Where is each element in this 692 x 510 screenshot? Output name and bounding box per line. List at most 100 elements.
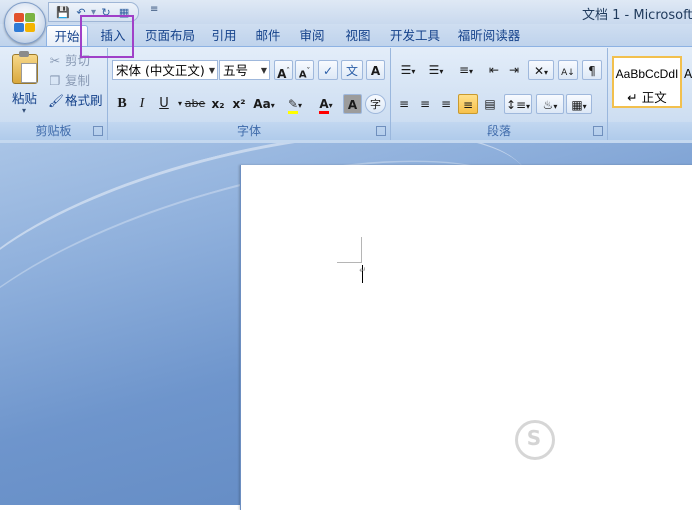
multilevel-list-button[interactable]: ≡▾ xyxy=(451,60,481,80)
subscript-button[interactable]: x₂ xyxy=(209,94,227,114)
change-case-button[interactable]: Aa▾ xyxy=(252,94,276,114)
paragraph-mark-icon: ↵ xyxy=(359,266,367,276)
distributed-align-icon: ▤ xyxy=(484,97,496,111)
char-border-button[interactable]: A xyxy=(366,60,385,80)
style-next[interactable]: A xyxy=(684,56,692,108)
margin-guide xyxy=(337,262,362,263)
grow-font-button[interactable]: Aˆ xyxy=(274,60,293,81)
paragraph-launcher-icon[interactable] xyxy=(593,126,603,136)
copy-icon: ❐ xyxy=(49,73,61,88)
bullets-button[interactable]: ☰▾ xyxy=(395,60,421,80)
tab-foxit-reader[interactable]: 福昕阅读器 xyxy=(452,25,526,46)
sogou-logo-icon: S xyxy=(515,419,555,460)
align-right-icon: ≡ xyxy=(440,97,452,111)
font-color-button[interactable]: A▾ xyxy=(311,94,341,114)
paste-button[interactable]: 粘贴 ▾ xyxy=(8,51,42,118)
customize-dropdown-icon[interactable]: ≡ xyxy=(150,4,158,15)
font-name-select[interactable]: 宋体 (中文正文) ▼ xyxy=(112,60,218,80)
clear-format-icon: ✓ xyxy=(322,64,334,78)
clear-format-button[interactable]: ✓ xyxy=(318,60,338,80)
align-left-button[interactable]: ≡ xyxy=(395,94,413,114)
watermark-brand: 搜狗指南 xyxy=(559,424,672,454)
tab-page-layout[interactable]: 页面布局 xyxy=(140,25,200,46)
pilcrow-icon: ¶ xyxy=(588,64,596,78)
increase-indent-button[interactable]: ⇥ xyxy=(505,60,523,80)
margin-guide xyxy=(361,237,362,263)
paragraph-group-label: 段落 xyxy=(391,122,607,140)
underline-button[interactable]: U xyxy=(156,94,172,114)
increase-indent-icon: ⇥ xyxy=(508,63,520,77)
decrease-indent-button[interactable]: ⇤ xyxy=(485,60,503,80)
sort-az-icon: A↓ xyxy=(561,68,575,78)
tab-review[interactable]: 审阅 xyxy=(294,25,330,46)
office-logo-icon xyxy=(14,13,36,33)
tab-view[interactable]: 视图 xyxy=(338,25,378,46)
text-highlight-button[interactable]: ✎▾ xyxy=(280,94,310,114)
distributed-button[interactable]: ▤ xyxy=(481,94,499,114)
paste-dropdown-icon[interactable]: ▾ xyxy=(22,106,26,115)
paint-bucket-icon: ♨ xyxy=(542,98,554,112)
tab-references[interactable]: 引用 xyxy=(206,25,242,46)
justify-button[interactable]: ≡ xyxy=(458,94,478,114)
show-marks-button[interactable]: ¶ xyxy=(582,60,602,80)
shading-button[interactable]: ♨▾ xyxy=(536,94,564,114)
change-case-label: Aa xyxy=(253,97,271,111)
format-painter-label: 格式刷 xyxy=(65,93,103,108)
bullet-list-icon: ☰ xyxy=(400,63,412,77)
font-size-select[interactable]: 五号 ▼ xyxy=(219,60,270,80)
char-border-icon: A xyxy=(370,64,381,78)
phonetic-guide-icon: 文 xyxy=(345,64,358,78)
tab-mailings[interactable]: 邮件 xyxy=(250,25,286,46)
watermark-url: zhinan.sogou.com xyxy=(520,460,664,476)
highlighter-icon: ✎ xyxy=(287,97,299,114)
phonetic-guide-button[interactable]: 文 xyxy=(341,60,363,80)
enclose-characters-button[interactable]: 字 xyxy=(365,94,386,114)
decrease-indent-icon: ⇤ xyxy=(488,63,500,77)
strikethrough-button[interactable]: abe xyxy=(183,94,207,114)
font-size-value: 五号 xyxy=(223,63,249,78)
line-spacing-button[interactable]: ↕≡▾ xyxy=(504,94,532,114)
style-normal-label: ↵ 正文 xyxy=(627,90,667,105)
char-shading-button[interactable]: A xyxy=(343,94,362,114)
highlight-box xyxy=(80,15,134,58)
copy-button[interactable]: ❐ 复制 xyxy=(48,72,90,90)
font-name-value: 宋体 (中文正文) xyxy=(116,63,205,78)
numbered-list-icon: ☰ xyxy=(428,63,440,77)
brush-icon: 🖌 xyxy=(48,93,64,108)
sort-button[interactable]: A↓ xyxy=(558,60,578,80)
chevron-down-icon: ▼ xyxy=(208,66,215,75)
font-color-icon: A xyxy=(319,97,329,114)
save-icon[interactable]: 💾 xyxy=(55,4,71,20)
clipboard-launcher-icon[interactable] xyxy=(93,126,103,136)
watermark-logo: S 搜狗指南 xyxy=(515,418,671,460)
borders-icon: ▦ xyxy=(571,98,583,112)
paste-label: 粘贴 xyxy=(12,91,38,106)
italic-button[interactable]: I xyxy=(134,94,150,114)
styles-group-label xyxy=(608,122,692,140)
chevron-down-icon: ▼ xyxy=(260,66,267,75)
grow-font-icon: A xyxy=(277,67,287,81)
scissors-icon: ✂ xyxy=(49,53,61,68)
justify-icon: ≡ xyxy=(462,98,474,112)
style-normal[interactable]: AaBbCcDdI ↵ 正文 xyxy=(612,56,682,108)
copy-label: 复制 xyxy=(65,73,91,88)
align-center-icon: ≡ xyxy=(419,97,431,111)
font-launcher-icon[interactable] xyxy=(376,126,386,136)
superscript-button[interactable]: x² xyxy=(230,94,248,114)
clipboard-group-label: 剪贴板 xyxy=(0,122,107,140)
office-button[interactable] xyxy=(4,2,46,44)
bold-button[interactable]: B xyxy=(114,94,130,114)
borders-button[interactable]: ▦▾ xyxy=(566,94,592,114)
style-preview-text: AaBbCcDdI xyxy=(615,67,679,81)
align-center-button[interactable]: ≡ xyxy=(416,94,434,114)
chinese-layout-button[interactable]: ✕▾ xyxy=(528,60,554,80)
shrink-font-icon: A xyxy=(298,69,307,81)
tab-developer[interactable]: 开发工具 xyxy=(386,25,444,46)
numbering-button[interactable]: ☰▾ xyxy=(423,60,449,80)
line-spacing-icon: ↕≡ xyxy=(505,98,527,112)
shrink-font-button[interactable]: Aˇ xyxy=(295,60,314,80)
chinese-layout-icon: ✕ xyxy=(533,64,545,78)
format-painter-button[interactable]: 🖌 格式刷 xyxy=(48,92,103,110)
align-right-button[interactable]: ≡ xyxy=(437,94,455,114)
window-title: 文档 1 - Microsoft W xyxy=(582,8,692,23)
